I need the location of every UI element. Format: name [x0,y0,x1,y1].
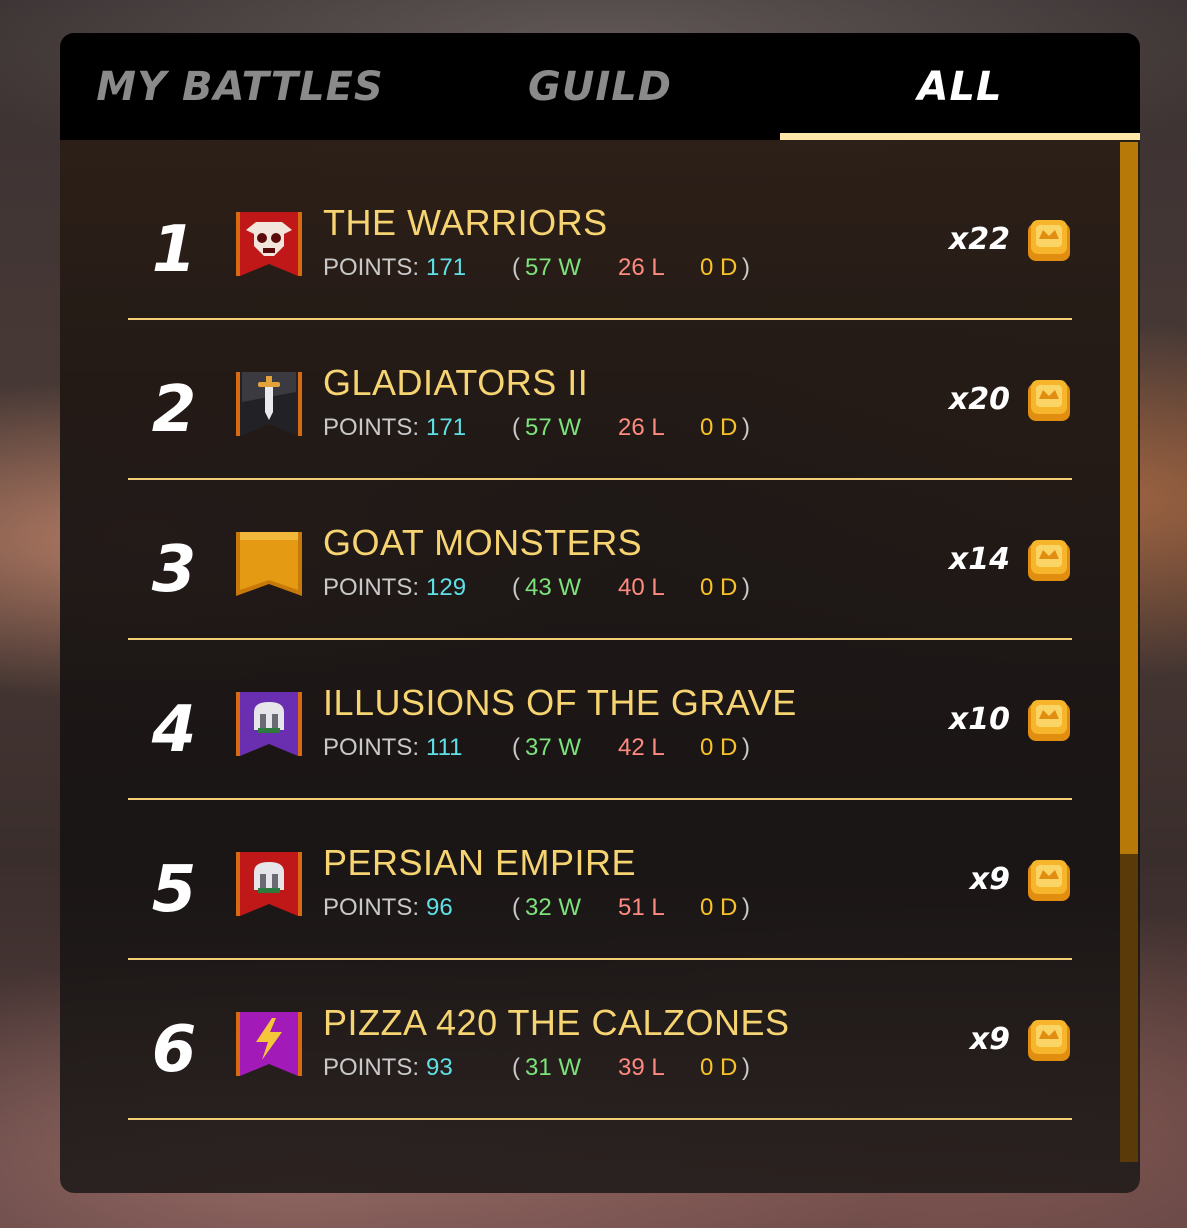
wins-value: 43 W [525,574,582,601]
tab-my-battles[interactable]: MY BATTLES [60,33,420,140]
points-label: POINTS: [323,574,420,601]
losses-value: 39 L [618,1054,665,1081]
points-label: POINTS: [323,414,420,441]
rank-number: 4 [151,693,197,767]
points-label: POINTS: [323,894,420,921]
points-value: 171 [426,254,467,281]
paren-close: ) [742,734,750,761]
losses-value: 26 L [618,254,665,281]
sword-banner-icon [236,372,302,436]
losses-value: 40 L [618,574,665,601]
wins-value: 31 W [525,1054,582,1081]
tab-bar: MY BATTLES GUILD ALL [60,33,1140,140]
plain-gold-banner-icon [236,532,302,596]
points-value: 96 [426,894,453,921]
paren-open: ( [512,734,520,761]
reward-multiplier: x9 [969,862,1010,897]
reward-chest-icon [1028,1020,1070,1061]
losses-value: 42 L [618,734,665,761]
wins-value: 57 W [525,414,582,441]
reward-multiplier: x14 [948,542,1010,577]
draws-value: 0 D [700,414,738,441]
reward-chest-icon [1028,860,1070,901]
points-value: 129 [426,574,467,601]
reward-multiplier: x9 [969,1022,1010,1057]
rank-number: 1 [151,213,197,287]
wins-value: 37 W [525,734,582,761]
paren-open: ( [512,1054,520,1081]
leaderboard-panel: MY BATTLES GUILD ALL 1 THE WARRIORS POIN… [60,33,1140,1193]
leaderboard-row[interactable]: 1 THE WARRIORS POINTS: 171 ( 57 W 26 L 0… [128,160,1072,320]
leaderboard-row[interactable]: 6 PIZZA 420 THE CALZONES POINTS: 93 ( 31… [128,960,1072,1120]
paren-open: ( [512,414,520,441]
points-value: 171 [426,414,467,441]
reward-chest-icon [1028,540,1070,581]
scrollbar-thumb[interactable] [1120,142,1138,854]
team-name: ILLUSIONS OF THE GRAVE [323,682,797,723]
team-name: GLADIATORS II [323,362,589,403]
paren-open: ( [512,574,520,601]
wins-value: 57 W [525,254,582,281]
helmet-red-banner-icon [236,852,302,916]
team-name: GOAT MONSTERS [323,522,643,563]
reward-multiplier: x22 [948,222,1010,257]
paren-open: ( [512,254,520,281]
points-label: POINTS: [323,734,420,761]
team-name: PIZZA 420 THE CALZONES [323,1002,790,1043]
leaderboard-row[interactable]: 4 ILLUSIONS OF THE GRAVE POINTS: 111 ( 3… [128,640,1072,800]
losses-value: 51 L [618,894,665,921]
points-label: POINTS: [323,254,420,281]
draws-value: 0 D [700,1054,738,1081]
rank-number: 6 [151,1013,197,1087]
points-value: 111 [426,734,463,761]
skull-crest-banner-icon [236,212,302,276]
paren-close: ) [742,414,750,441]
points-value: 93 [426,1054,453,1081]
reward-chest-icon [1028,220,1070,261]
tab-all[interactable]: ALL [780,33,1140,140]
rank-number: 5 [151,853,197,927]
draws-value: 0 D [700,574,738,601]
helmet-purple-banner-icon [236,692,302,756]
reward-multiplier: x20 [948,382,1010,417]
losses-value: 26 L [618,414,665,441]
team-name: PERSIAN EMPIRE [323,842,637,883]
leaderboard-row[interactable]: 5 PERSIAN EMPIRE POINTS: 96 ( 32 W 51 L … [128,800,1072,960]
wins-value: 32 W [525,894,582,921]
paren-close: ) [742,1054,750,1081]
draws-value: 0 D [700,734,738,761]
leaderboard-row[interactable]: 2 GLADIATORS II POINTS: 171 ( 57 W 26 L … [128,320,1072,480]
reward-chest-icon [1028,380,1070,421]
tab-guild[interactable]: GUILD [420,33,780,140]
paren-close: ) [742,574,750,601]
points-label: POINTS: [323,1054,420,1081]
paren-close: ) [742,254,750,281]
leaderboard-row[interactable]: 3 GOAT MONSTERS POINTS: 129 ( 43 W 40 L … [128,480,1072,640]
rank-number: 3 [151,533,197,607]
team-name: THE WARRIORS [323,202,608,243]
reward-chest-icon [1028,700,1070,741]
paren-open: ( [512,894,520,921]
lightning-magenta-banner-icon [236,1012,302,1076]
rank-number: 2 [151,373,197,447]
draws-value: 0 D [700,254,738,281]
paren-close: ) [742,894,750,921]
draws-value: 0 D [700,894,738,921]
reward-multiplier: x10 [948,702,1010,737]
